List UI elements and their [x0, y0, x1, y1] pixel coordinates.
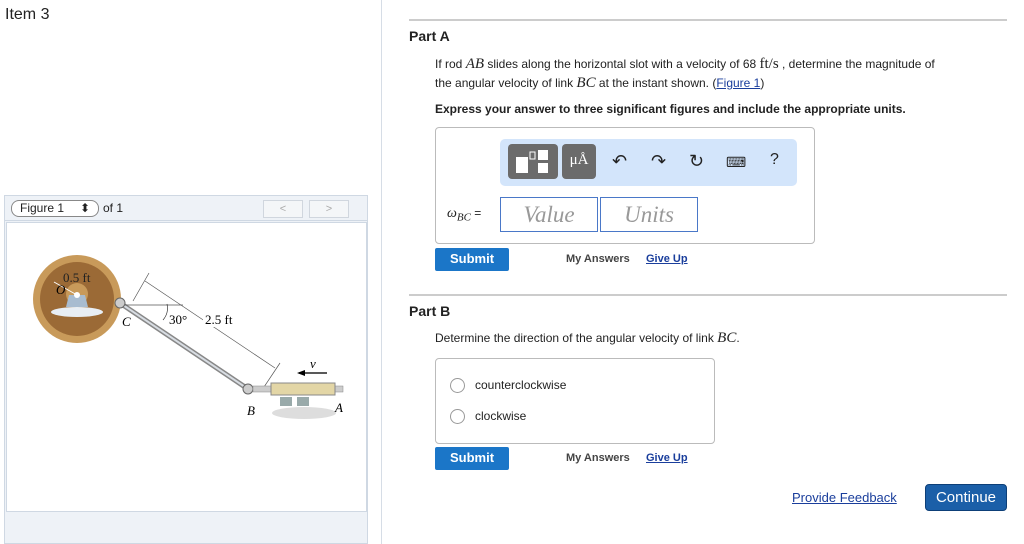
figure-link[interactable]: Figure 1 [716, 76, 760, 90]
svg-text:C: C [122, 314, 131, 329]
units-button[interactable]: μÅ [562, 144, 596, 179]
options-box [435, 358, 715, 444]
figure-image: 0.5 ft O C 30° 2.5 ft v B A [6, 222, 367, 512]
part-a-question: If rod AB slides along the horizontal sl… [435, 56, 935, 91]
item-title: Item 3 [5, 6, 50, 23]
submit-button-a[interactable]: Submit [435, 248, 509, 271]
my-answers-a[interactable]: My Answers [566, 253, 630, 265]
figure-select[interactable]: Figure 1 ⬍ [11, 199, 99, 217]
option-label[interactable]: counterclockwise [475, 378, 566, 392]
templates-button[interactable] [508, 144, 558, 179]
left-panel: Item 3 Figure 1 ⬍ of 1 < > 0.5 ft O C 30°… [0, 0, 382, 544]
svg-text:B: B [247, 403, 255, 418]
figure-toolbar: Figure 1 ⬍ of 1 < > [5, 196, 367, 221]
divider [409, 294, 1007, 296]
instruction: Express your answer to three significant… [435, 102, 906, 116]
help-icon[interactable]: ? [770, 151, 779, 169]
svg-text:30°: 30° [169, 312, 187, 327]
figure-count: of 1 [103, 201, 124, 215]
math-toolbar: μÅ ↶ ↷ ↻ ⌨ ? [500, 139, 797, 186]
radio-clockwise[interactable] [450, 409, 465, 424]
part-a-title: Part A [409, 28, 450, 44]
reset-icon[interactable]: ↻ [689, 151, 704, 172]
submit-button-b[interactable]: Submit [435, 447, 509, 470]
give-up-a[interactable]: Give Up [646, 253, 688, 265]
part-b-question: Determine the direction of the angular v… [435, 330, 740, 346]
radius-label: 0.5 ft [63, 270, 91, 285]
part-b-title: Part B [409, 303, 451, 319]
divider [409, 19, 1007, 21]
svg-text:v: v [310, 356, 316, 371]
value-input[interactable]: Value [500, 197, 598, 232]
my-answers-b[interactable]: My Answers [566, 452, 630, 464]
undo-icon[interactable]: ↶ [612, 151, 627, 172]
svg-text:O: O [56, 282, 66, 297]
provide-feedback-link[interactable]: Provide Feedback [792, 490, 897, 505]
svg-text:A: A [334, 400, 343, 415]
figure-select-value: Figure 1 [20, 201, 65, 215]
keyboard-icon[interactable]: ⌨ [726, 154, 746, 171]
continue-button[interactable]: Continue [925, 484, 1007, 511]
prev-figure-button[interactable]: < [263, 200, 303, 218]
next-figure-button[interactable]: > [309, 200, 349, 218]
figure-viewer: Figure 1 ⬍ of 1 < > 0.5 ft O C 30° 2.5 ft… [4, 195, 368, 544]
svg-text:2.5 ft: 2.5 ft [205, 312, 233, 327]
give-up-b[interactable]: Give Up [646, 452, 688, 464]
option-label[interactable]: clockwise [475, 409, 526, 423]
units-input[interactable]: Units [600, 197, 698, 232]
radio-counterclockwise[interactable] [450, 378, 465, 393]
redo-icon[interactable]: ↷ [651, 151, 666, 172]
select-arrows-icon: ⬍ [79, 201, 90, 215]
variable-label: ωBC = [447, 206, 482, 224]
